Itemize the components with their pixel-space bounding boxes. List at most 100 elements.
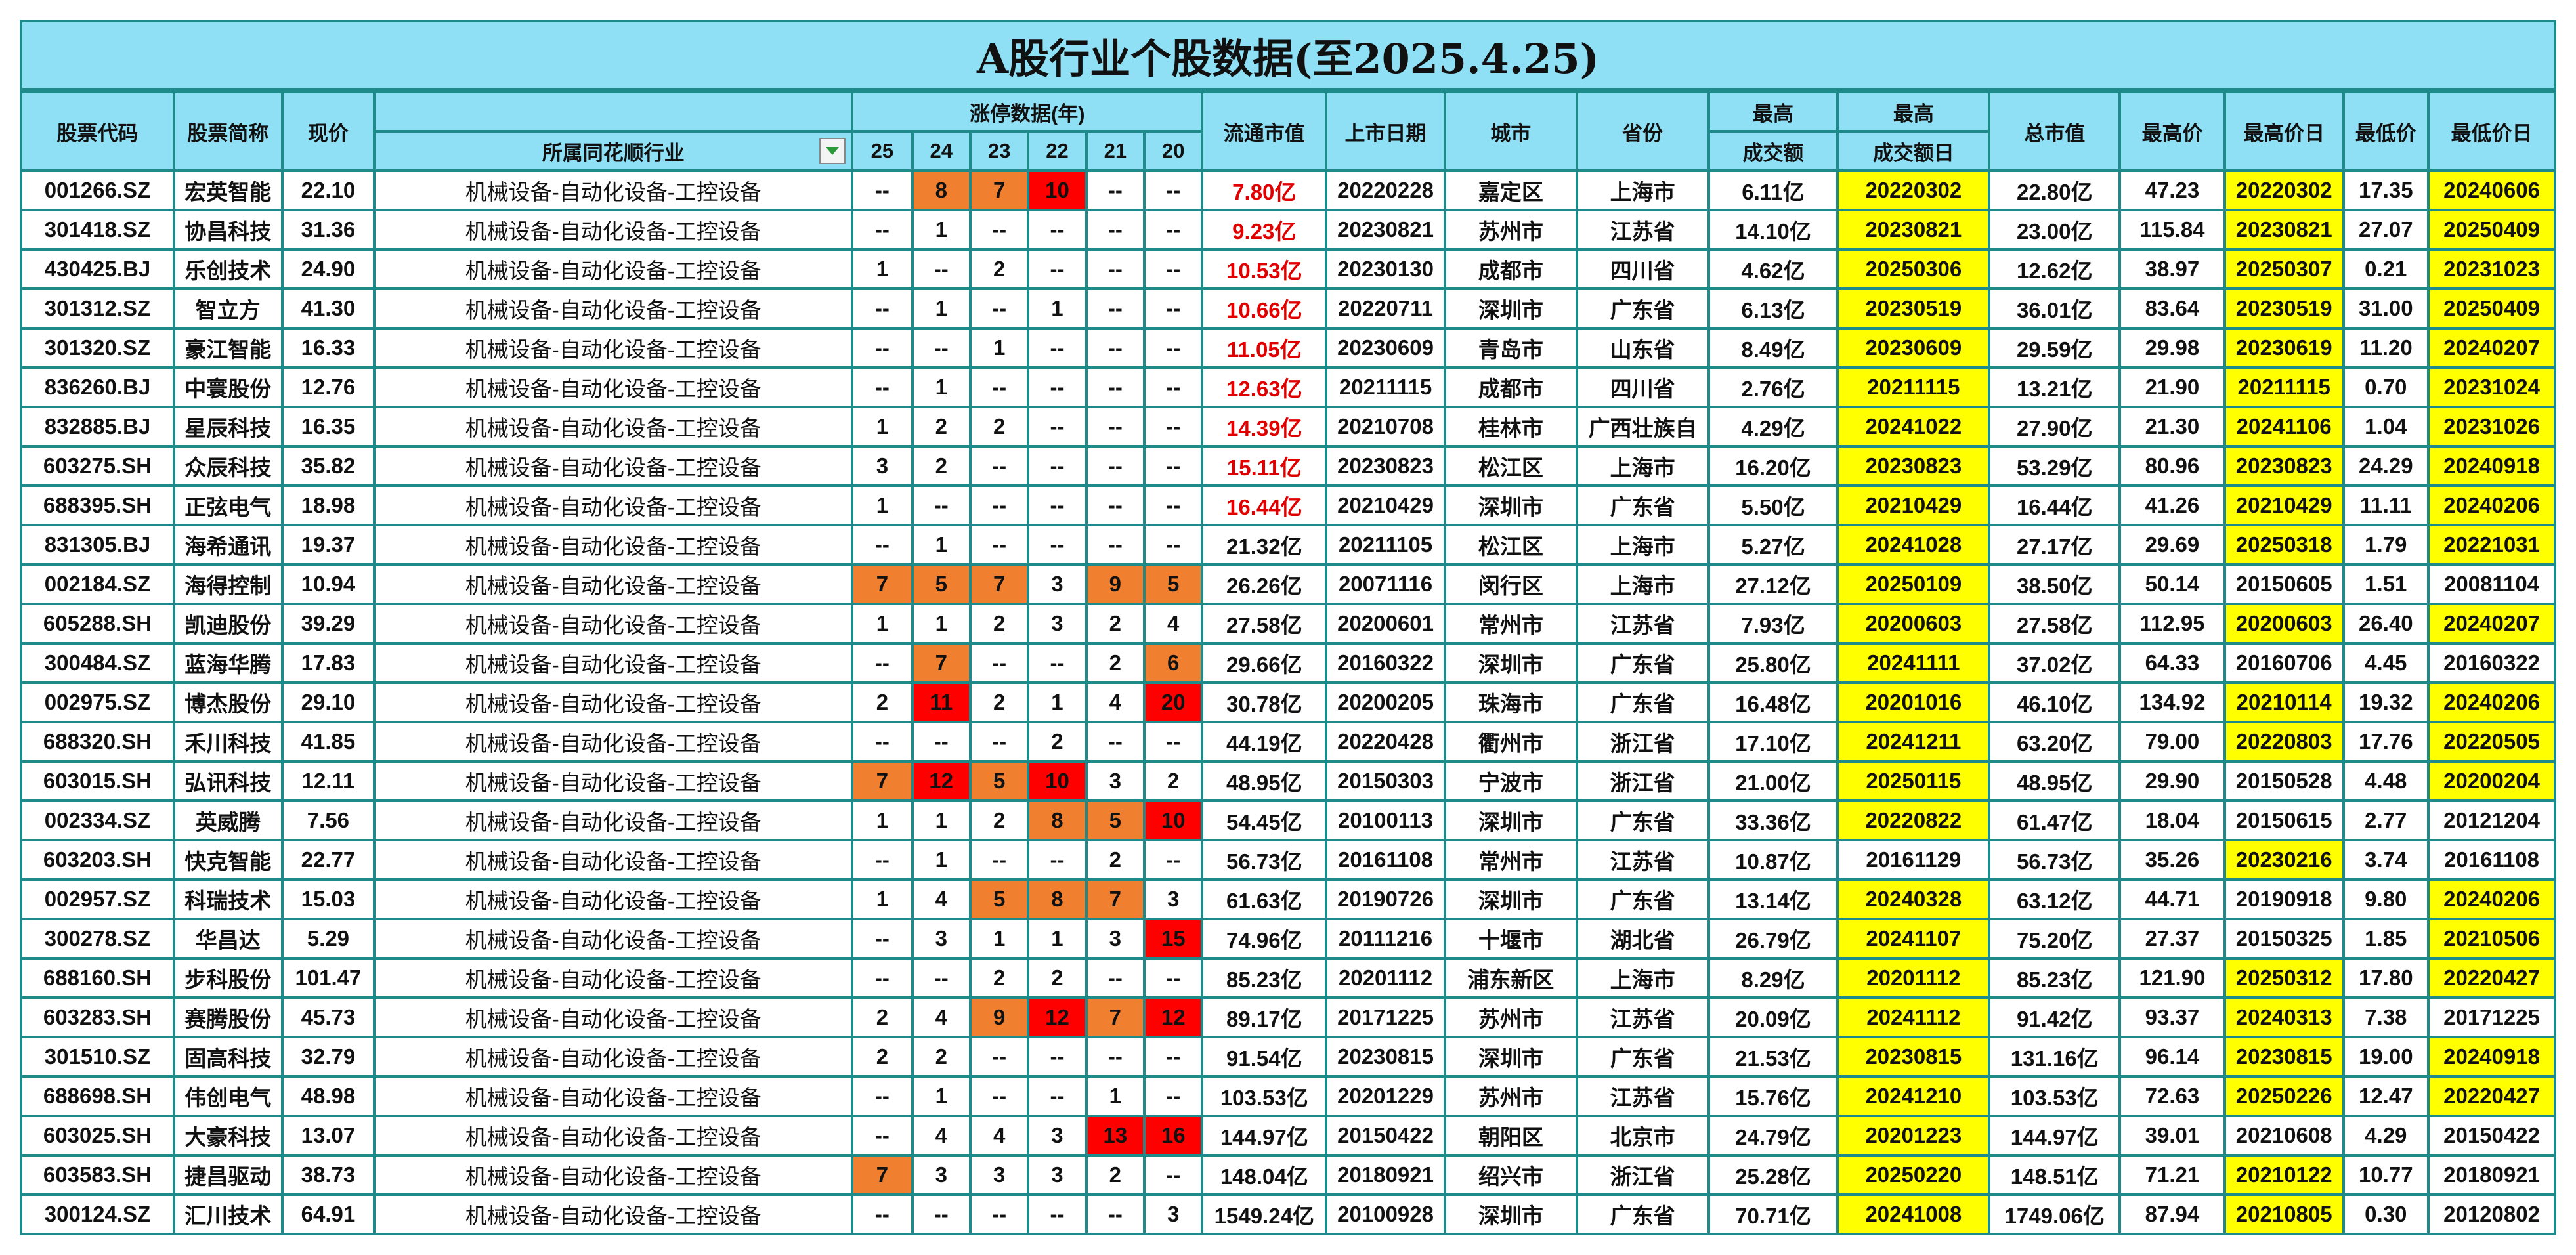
limit-count-cell[interactable]: -- [1084, 406, 1146, 448]
max-turnover-cell[interactable]: 4.29亿 [1707, 406, 1839, 448]
high-day-cell[interactable]: 20150615 [2223, 799, 2345, 841]
low-day-cell[interactable]: 20180921 [2427, 1154, 2556, 1196]
max-turnover-cell[interactable]: 16.20亿 [1707, 445, 1839, 487]
float-cap-cell[interactable]: 89.17亿 [1201, 996, 1328, 1038]
limit-count-cell[interactable]: 2 [1027, 721, 1088, 763]
price-cell[interactable]: 22.77 [280, 839, 376, 881]
max-turnover-cell[interactable]: 13.14亿 [1707, 878, 1839, 920]
col-header-year-21[interactable]: 21 [1084, 130, 1146, 172]
low-price-cell[interactable]: 4.45 [2342, 642, 2430, 684]
province-cell[interactable]: 上海市 [1575, 169, 1710, 211]
limit-count-cell[interactable]: -- [968, 839, 1030, 881]
max-turnover-day-cell[interactable]: 20241210 [1836, 1075, 1991, 1117]
city-cell[interactable]: 朝阳区 [1443, 1115, 1578, 1157]
city-cell[interactable]: 十堰市 [1443, 918, 1578, 960]
high-day-cell[interactable]: 20250312 [2223, 957, 2345, 999]
limit-count-cell[interactable]: 5 [968, 878, 1030, 920]
limit-count-cell[interactable]: 2 [968, 603, 1030, 645]
low-price-cell[interactable]: 26.40 [2342, 603, 2430, 645]
limit-count-cell[interactable]: 1 [911, 524, 972, 566]
limit-count-cell[interactable]: 3 [1084, 760, 1146, 802]
float-cap-cell[interactable]: 74.96亿 [1201, 918, 1328, 960]
limit-count-cell[interactable]: 7 [1084, 996, 1146, 1038]
industry-cell[interactable]: 机械设备-自动化设备-工控设备 [373, 760, 854, 802]
limit-count-cell[interactable]: 3 [911, 1154, 972, 1196]
limit-count-cell[interactable]: -- [1143, 248, 1204, 290]
industry-cell[interactable]: 机械设备-自动化设备-工控设备 [373, 1036, 854, 1078]
float-cap-cell[interactable]: 9.23亿 [1201, 209, 1328, 251]
total-cap-cell[interactable]: 23.00亿 [1988, 209, 2122, 251]
stock-name-cell[interactable]: 步科股份 [172, 957, 284, 999]
limit-count-cell[interactable]: 2 [968, 681, 1030, 723]
col-header-price[interactable]: 现价 [280, 91, 376, 172]
price-cell[interactable]: 38.73 [280, 1154, 376, 1196]
low-price-cell[interactable]: 9.80 [2342, 878, 2430, 920]
industry-cell[interactable]: 机械设备-自动化设备-工控设备 [373, 681, 854, 723]
max-turnover-day-cell[interactable]: 20200603 [1836, 603, 1991, 645]
low-day-cell[interactable]: 20220505 [2427, 721, 2556, 763]
high-price-cell[interactable]: 72.63 [2118, 1075, 2226, 1117]
stock-name-cell[interactable]: 科瑞技术 [172, 878, 284, 920]
list-date-cell[interactable]: 20200601 [1325, 603, 1446, 645]
limit-count-cell[interactable]: 5 [968, 760, 1030, 802]
max-turnover-cell[interactable]: 8.29亿 [1707, 957, 1839, 999]
table-row[interactable]: 688160.SH 步科股份 101.47 机械设备-自动化设备-工控设备 -- -- 2 2… [20, 957, 2556, 999]
city-cell[interactable]: 青岛市 [1443, 327, 1578, 369]
limit-count-cell[interactable]: -- [911, 248, 972, 290]
province-cell[interactable]: 广东省 [1575, 1036, 1710, 1078]
list-date-cell[interactable]: 20220711 [1325, 287, 1446, 330]
limit-count-cell[interactable]: 11 [911, 681, 972, 723]
table-row[interactable]: 688395.SH 正弦电气 18.98 机械设备-自动化设备-工控设备 1 -- -- --… [20, 484, 2556, 526]
high-day-cell[interactable]: 20210122 [2223, 1154, 2345, 1196]
low-price-cell[interactable]: 19.00 [2342, 1036, 2430, 1078]
stock-code-cell[interactable]: 002957.SZ [20, 878, 175, 920]
high-day-cell[interactable]: 20250307 [2223, 248, 2345, 290]
list-date-cell[interactable]: 20230609 [1325, 327, 1446, 369]
province-cell[interactable]: 浙江省 [1575, 760, 1710, 802]
low-price-cell[interactable]: 3.74 [2342, 839, 2430, 881]
limit-count-cell[interactable]: -- [911, 721, 972, 763]
province-cell[interactable]: 山东省 [1575, 327, 1710, 369]
high-day-cell[interactable]: 20211115 [2223, 366, 2345, 408]
low-price-cell[interactable]: 10.77 [2342, 1154, 2430, 1196]
low-day-cell[interactable]: 20231024 [2427, 366, 2556, 408]
low-day-cell[interactable]: 20221031 [2427, 524, 2556, 566]
price-cell[interactable]: 32.79 [280, 1036, 376, 1078]
list-date-cell[interactable]: 20071116 [1325, 563, 1446, 605]
col-header-max-turnover-bottom[interactable]: 成交额 [1707, 130, 1839, 172]
stock-name-cell[interactable]: 海希通讯 [172, 524, 284, 566]
float-cap-cell[interactable]: 16.44亿 [1201, 484, 1328, 526]
high-day-cell[interactable]: 20200603 [2223, 603, 2345, 645]
limit-count-cell[interactable]: 3 [1084, 918, 1146, 960]
max-turnover-day-cell[interactable]: 20240328 [1836, 878, 1991, 920]
limit-count-cell[interactable]: 15 [1143, 918, 1204, 960]
col-header-float-cap[interactable]: 流通市值 [1201, 91, 1328, 172]
max-turnover-day-cell[interactable]: 20230609 [1836, 327, 1991, 369]
limit-count-cell[interactable]: -- [1143, 169, 1204, 211]
price-cell[interactable]: 41.30 [280, 287, 376, 330]
limit-count-cell[interactable]: -- [1027, 1193, 1088, 1235]
low-day-cell[interactable]: 20231023 [2427, 248, 2556, 290]
col-header-name[interactable]: 股票简称 [172, 91, 284, 172]
col-header-year-24[interactable]: 24 [911, 130, 972, 172]
max-turnover-cell[interactable]: 15.76亿 [1707, 1075, 1839, 1117]
limit-count-cell[interactable]: -- [1027, 484, 1088, 526]
col-header-total-cap[interactable]: 总市值 [1988, 91, 2122, 172]
max-turnover-day-cell[interactable]: 20250115 [1836, 760, 1991, 802]
max-turnover-day-cell[interactable]: 20201112 [1836, 957, 1991, 999]
high-price-cell[interactable]: 21.90 [2118, 366, 2226, 408]
table-row[interactable]: 603583.SH 捷昌驱动 38.73 机械设备-自动化设备-工控设备 7 3 3 3 2 --… [20, 1154, 2556, 1196]
industry-cell[interactable]: 机械设备-自动化设备-工控设备 [373, 918, 854, 960]
list-date-cell[interactable]: 20230821 [1325, 209, 1446, 251]
high-price-cell[interactable]: 87.94 [2118, 1193, 2226, 1235]
col-header-industry[interactable]: 所属同花顺行业 [373, 130, 854, 172]
limit-count-cell[interactable]: -- [1143, 406, 1204, 448]
limit-count-cell[interactable]: 2 [968, 957, 1030, 999]
limit-count-cell[interactable]: -- [911, 484, 972, 526]
stock-code-cell[interactable]: 603283.SH [20, 996, 175, 1038]
limit-count-cell[interactable]: -- [851, 169, 914, 211]
high-day-cell[interactable]: 20230216 [2223, 839, 2345, 881]
city-cell[interactable]: 成都市 [1443, 366, 1578, 408]
max-turnover-day-cell[interactable]: 20241028 [1836, 524, 1991, 566]
limit-count-cell[interactable]: -- [1084, 1036, 1146, 1078]
